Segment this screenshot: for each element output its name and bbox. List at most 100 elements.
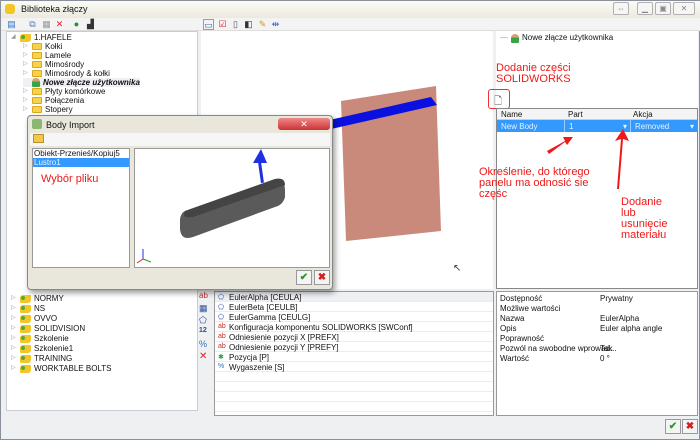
tree-item-folder[interactable]: ▷ Stopery <box>23 105 73 114</box>
tree-item-library[interactable]: ◢ 1.HAFELE <box>11 33 72 42</box>
window-icon[interactable]: ◧ <box>243 19 254 30</box>
dialog-cancel-button[interactable]: ✖ <box>314 270 330 285</box>
globe-icon[interactable]: ● <box>71 19 82 30</box>
property-grid-row[interactable]: Poprawność <box>497 333 697 343</box>
tree-item-folder[interactable]: ▷ Mimośrody & kołki <box>23 69 110 78</box>
header-action[interactable]: Akcja <box>633 110 653 119</box>
property-row[interactable]: % Wygaszenie [S] <box>215 362 493 372</box>
property-grid-row[interactable]: Możliwe wartości <box>497 303 697 313</box>
tree-item-library[interactable]: ▷ SOLIDVISION <box>11 324 85 333</box>
table-header: Name Part Akcja <box>497 109 697 120</box>
chart-icon[interactable]: ▟ <box>85 19 96 30</box>
minimize-button[interactable]: ▁ <box>637 2 653 15</box>
dialog-close-button[interactable]: ✕ <box>278 118 330 130</box>
property-row[interactable]: ab Konfiguracja komponentu SOLIDWORKS [SW… <box>215 322 493 332</box>
dialog-ok-button[interactable]: ✔ <box>296 270 312 285</box>
property-row[interactable] <box>215 402 493 412</box>
property-row[interactable]: ⬠ EulerBeta [CEULB] <box>215 302 493 312</box>
cancel-button[interactable]: ✖ <box>682 419 698 434</box>
property-row[interactable] <box>215 372 493 382</box>
toolbar <box>1 18 700 31</box>
property-row[interactable]: ab Odniesienie pozycji X [PREFX] <box>215 332 493 342</box>
properties-list[interactable]: ⬠ EulerAlpha [CEULA] ⬠ EulerBeta [CEULB] ⬠ Eu… <box>214 291 494 416</box>
text-type-icon[interactable]: ab <box>199 291 213 303</box>
tree-item-library[interactable]: ▷ NORMY <box>11 294 64 303</box>
folder-icon <box>32 88 42 95</box>
property-type-toolbar: ab ▦ ⬠ 12 % ✕ <box>199 291 213 416</box>
annotation-add-part: Dodanie części SOLIDWORKS <box>496 62 571 85</box>
library-icon <box>20 344 31 353</box>
file-item-selected[interactable]: Lustro1 <box>33 158 129 167</box>
property-grid[interactable]: Dostępność Prywatny Możliwe wartości Nazwa E… <box>496 291 698 416</box>
library-icon <box>20 33 31 42</box>
ok-button[interactable]: ✔ <box>665 419 681 434</box>
chevron-down-icon: ▾ <box>689 122 694 131</box>
action-dropdown[interactable]: Removed ▾ <box>630 120 697 132</box>
tree-item-folder[interactable]: ▷ Połączenia <box>23 96 84 105</box>
right-tree-item[interactable]: — Nowe złącze użytkownika <box>500 33 613 43</box>
window-title: Biblioteka złączy <box>21 4 88 14</box>
restore-layout-button[interactable]: ⇔ <box>613 2 629 15</box>
property-row[interactable]: ab Odniesienie pozycji Y [PREFY] <box>215 342 493 352</box>
file-item[interactable]: Obiekt-Przenieś/Kopiuj5 <box>33 149 129 158</box>
tree-item-folder[interactable]: ▷ Płyty komórkowe <box>23 87 105 96</box>
library-icon <box>20 324 31 333</box>
property-grid-row[interactable]: Nazwa EulerAlpha <box>497 313 697 323</box>
view-menu-icon[interactable]: ▤ <box>6 19 17 30</box>
user-icon <box>511 33 519 43</box>
copy-icon[interactable]: ⧉ <box>27 19 38 30</box>
close-button[interactable]: ✕ <box>673 2 695 15</box>
panel-icon[interactable]: ▯ <box>230 19 241 30</box>
property-grid-row[interactable]: Opis Euler alpha angle <box>497 323 697 333</box>
dialog-icon <box>32 119 42 129</box>
number-type-icon[interactable]: 12 <box>199 327 213 339</box>
tree-item-folder[interactable]: ▷ Mimośrody <box>23 60 84 69</box>
align-icon[interactable]: ⇹ <box>270 19 281 30</box>
header-name[interactable]: Name <box>501 110 522 119</box>
property-row[interactable] <box>215 392 493 402</box>
file-list[interactable]: Obiekt-Przenieś/Kopiuj5 Lustro1 Wybór pl… <box>32 148 130 268</box>
property-grid-row[interactable]: Wartość 0 ° <box>497 353 697 363</box>
folder-icon <box>32 52 42 59</box>
body-preview[interactable] <box>134 148 330 268</box>
maximize-button[interactable]: ▣ <box>655 2 671 15</box>
library-icon <box>20 304 31 313</box>
properties-view-icon[interactable]: ▭ <box>203 19 214 30</box>
tree-item-library[interactable]: ▷ Szkolenie1 <box>11 344 73 353</box>
folder-icon <box>32 97 42 104</box>
percent-type-icon[interactable]: % <box>199 339 213 351</box>
title-bar: Biblioteka złączy ⇔ ▁ ▣ ✕ <box>1 1 700 18</box>
dialog-title: Body Import <box>46 120 95 130</box>
property-row[interactable]: ⬠ EulerAlpha [CEULA] <box>215 292 493 302</box>
property-grid-row[interactable]: Pozwól na swobodne wprowad... Tak <box>497 343 697 353</box>
library-icon <box>20 354 31 363</box>
percent-icon: % <box>218 363 225 370</box>
text-icon: ab <box>218 333 226 340</box>
tree-item-library[interactable]: ▷ TRAINING <box>11 354 72 363</box>
open-folder-icon[interactable] <box>33 134 44 143</box>
angle-type-icon[interactable]: ⬠ <box>199 315 213 327</box>
list-type-icon[interactable]: ▦ <box>199 303 213 315</box>
tree-item-library[interactable]: ▷ Szkolenie <box>11 334 69 343</box>
tools-icon[interactable]: ✎ <box>257 19 268 30</box>
property-row[interactable] <box>215 382 493 392</box>
paste-icon[interactable]: ▦ <box>41 19 52 30</box>
folder-icon <box>32 106 42 113</box>
tree-item-library[interactable]: ▷ WORKTABLE BOLTS <box>11 364 112 373</box>
delete-icon[interactable]: ✕ <box>54 19 65 30</box>
check-view-icon[interactable]: ☑ <box>217 19 228 30</box>
app-icon <box>5 4 15 14</box>
tree-item-library[interactable]: ▷ OVVO <box>11 314 57 323</box>
header-part[interactable]: Part <box>568 110 583 119</box>
tree-item-folder[interactable]: ▷ Kołki <box>23 42 62 51</box>
tree-item-folder[interactable]: ▷ Lamele <box>23 51 71 60</box>
arrow-icon <box>615 129 629 189</box>
folder-icon <box>32 43 42 50</box>
property-grid-row[interactable]: Dostępność Prywatny <box>497 293 697 303</box>
user-icon <box>32 78 40 87</box>
property-row[interactable]: ✱ Pozycja [P] <box>215 352 493 362</box>
tree-item-library[interactable]: ▷ NS <box>11 304 45 313</box>
property-row[interactable]: ⬠ EulerGamma [CEULG] <box>215 312 493 322</box>
delete-property-icon[interactable]: ✕ <box>199 351 213 363</box>
tree-item-user-joint[interactable]: Nowe złącze użytkownika <box>23 78 140 87</box>
